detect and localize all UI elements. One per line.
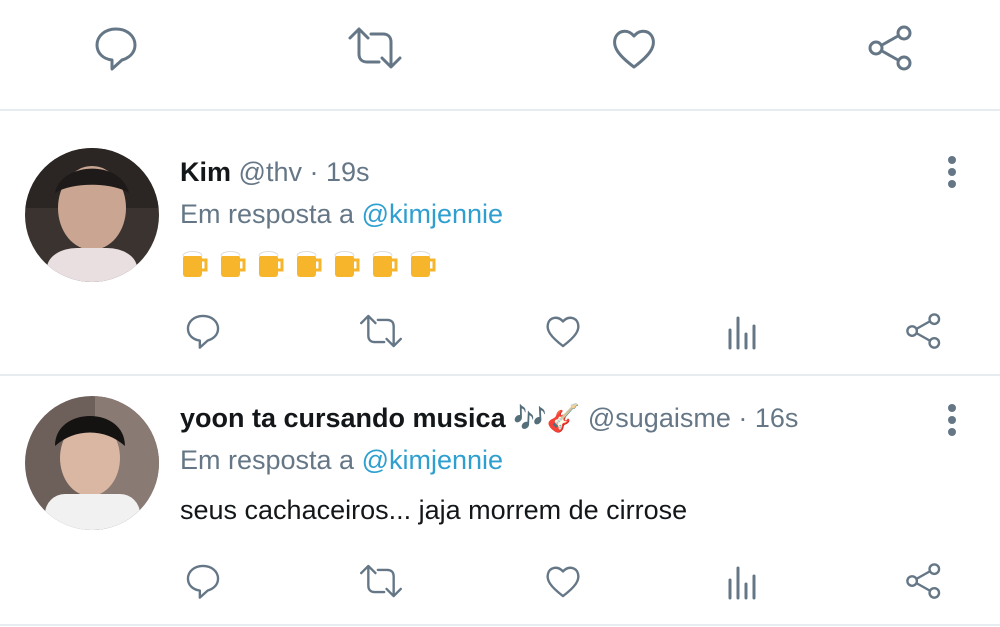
timestamp[interactable]: 16s: [755, 403, 799, 433]
tweet-header: yoon ta cursando musica 🎶🎸 @sugaisme · 1…: [180, 402, 798, 434]
divider: [0, 624, 1000, 626]
more-options-icon[interactable]: [940, 400, 964, 440]
timestamp[interactable]: 19s: [326, 157, 370, 187]
tweet-item[interactable]: yoon ta cursando musica 🎶🎸 @sugaisme · 1…: [0, 376, 1000, 624]
reply-icon[interactable]: [184, 562, 222, 600]
beer-icon: [370, 247, 400, 279]
retweet-icon[interactable]: [346, 24, 404, 72]
share-icon[interactable]: [904, 312, 944, 350]
avatar[interactable]: [25, 148, 159, 282]
mention-link[interactable]: @kimjennie: [362, 445, 503, 475]
beer-icon: [408, 247, 438, 279]
analytics-icon[interactable]: [726, 312, 760, 350]
reply-prefix: Em resposta a: [180, 199, 355, 229]
divider: [0, 109, 1000, 111]
share-icon[interactable]: [904, 562, 944, 600]
beer-icon: [218, 247, 248, 279]
tweet-actions: [0, 312, 1000, 362]
reply-icon[interactable]: [184, 312, 222, 350]
beer-icon: [332, 247, 362, 279]
name-emoji: 🎶🎸: [513, 403, 581, 433]
more-options-icon[interactable]: [940, 152, 964, 192]
tweet-item[interactable]: Kim @thv · 19s Em resposta a @kimjennie: [0, 112, 1000, 374]
user-handle[interactable]: @sugaisme: [588, 403, 731, 433]
share-icon[interactable]: [866, 24, 916, 72]
beer-icon: [294, 247, 324, 279]
display-name[interactable]: Kim: [180, 157, 231, 187]
like-icon[interactable]: [610, 24, 658, 72]
reply-prefix: Em resposta a: [180, 445, 355, 475]
reply-icon[interactable]: [92, 24, 140, 72]
separator: ·: [309, 157, 319, 187]
reply-context: Em resposta a @kimjennie: [180, 444, 503, 476]
avatar[interactable]: [25, 396, 159, 530]
reply-context: Em resposta a @kimjennie: [180, 198, 503, 230]
tweet-text: seus cachaceiros... jaja morrem de cirro…: [180, 495, 688, 525]
separator: ·: [738, 403, 748, 433]
user-handle[interactable]: @thv: [239, 157, 302, 187]
like-icon[interactable]: [543, 562, 583, 600]
previous-tweet-actions: [0, 0, 1000, 108]
tweet-header: Kim @thv · 19s: [180, 156, 370, 188]
tweet-text: [180, 247, 438, 279]
beer-icon: [256, 247, 286, 279]
display-name[interactable]: yoon ta cursando musica: [180, 403, 506, 433]
beer-icon: [180, 247, 210, 279]
analytics-icon[interactable]: [726, 562, 760, 600]
like-icon[interactable]: [543, 312, 583, 350]
retweet-icon[interactable]: [358, 312, 404, 350]
retweet-icon[interactable]: [358, 562, 404, 600]
mention-link[interactable]: @kimjennie: [362, 199, 503, 229]
tweet-actions: [0, 562, 1000, 612]
